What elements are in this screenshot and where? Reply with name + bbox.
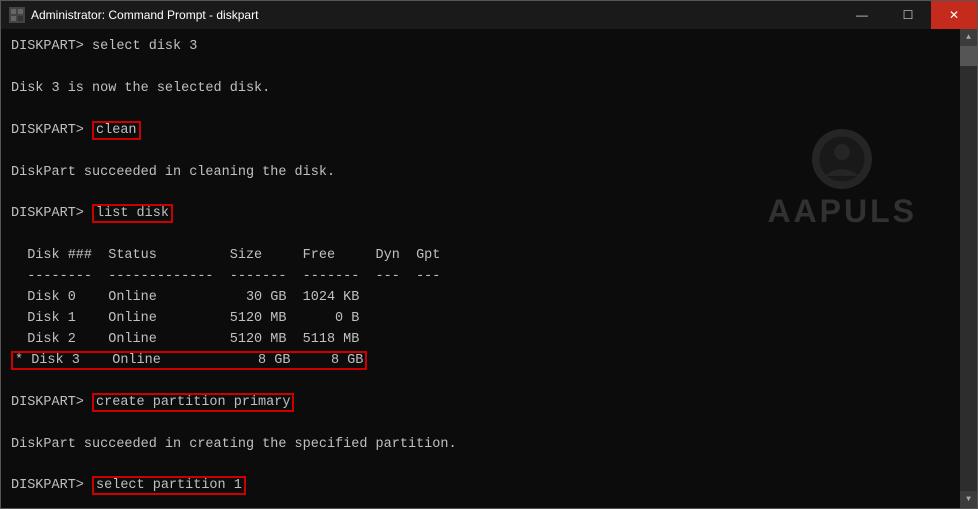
window-title: Administrator: Command Prompt - diskpart [31, 8, 969, 22]
terminal-line: -------- ------------- ------- ------- -… [11, 267, 967, 288]
terminal-line: DISKPART> list disk [11, 204, 967, 225]
scrollbar-down-button[interactable]: ▼ [960, 491, 977, 508]
terminal-line-disk3: * Disk 3 Online 8 GB 8 GB [11, 351, 967, 372]
scrollbar[interactable]: ▲ ▼ [960, 29, 977, 508]
terminal-body[interactable]: AAPULS DISKPART> select disk 3 Disk 3 is… [1, 29, 977, 508]
terminal-line [11, 100, 967, 121]
scrollbar-up-button[interactable]: ▲ [960, 29, 977, 46]
terminal-line: DiskPart succeeded in creating the speci… [11, 435, 967, 456]
terminal-line [11, 142, 967, 163]
terminal-line: DISKPART> create partition primary [11, 393, 967, 414]
terminal-line [11, 58, 967, 79]
terminal-line [11, 372, 967, 393]
terminal-line: Disk 0 Online 30 GB 1024 KB [11, 288, 967, 309]
terminal-line [11, 183, 967, 204]
command-highlight: select partition 1 [92, 476, 246, 495]
command-highlight: list disk [92, 204, 173, 223]
close-button[interactable]: ✕ [931, 1, 977, 29]
minimize-button[interactable]: — [839, 1, 885, 29]
terminal-line: DISKPART> select partition 1 [11, 476, 967, 497]
window-controls: — ☐ ✕ [839, 1, 977, 29]
terminal-line [11, 414, 967, 435]
terminal-line: DiskPart succeeded in cleaning the disk. [11, 163, 967, 184]
terminal-line [11, 455, 967, 476]
terminal-line: Disk 1 Online 5120 MB 0 B [11, 309, 967, 330]
command-highlight: clean [92, 121, 141, 140]
terminal-line: DISKPART> clean [11, 121, 967, 142]
terminal-line [11, 497, 967, 508]
scrollbar-track[interactable] [960, 46, 977, 491]
disk3-row-highlight: * Disk 3 Online 8 GB 8 GB [11, 351, 367, 370]
terminal-line: DISKPART> select disk 3 [11, 37, 967, 58]
window-icon [9, 7, 25, 23]
maximize-button[interactable]: ☐ [885, 1, 931, 29]
command-highlight: create partition primary [92, 393, 294, 412]
scrollbar-thumb[interactable] [960, 46, 977, 66]
terminal-line [11, 225, 967, 246]
title-bar: Administrator: Command Prompt - diskpart… [1, 1, 977, 29]
terminal-line: Disk 3 is now the selected disk. [11, 79, 967, 100]
terminal-line: Disk ### Status Size Free Dyn Gpt [11, 246, 967, 267]
main-window: Administrator: Command Prompt - diskpart… [0, 0, 978, 509]
terminal-line: Disk 2 Online 5120 MB 5118 MB [11, 330, 967, 351]
